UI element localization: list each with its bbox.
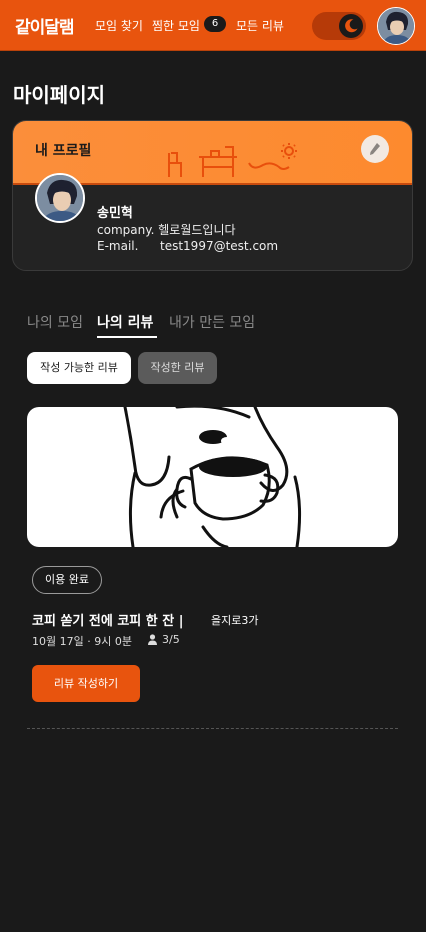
- favorites-count-badge: 6: [204, 16, 226, 32]
- title-separator: |: [178, 614, 184, 629]
- filter-writable-reviews[interactable]: 작성 가능한 리뷰: [27, 352, 131, 384]
- list-divider: [27, 728, 398, 729]
- meeting-title[interactable]: 코피 쏟기 전에 코피 한 잔 |: [32, 610, 184, 629]
- cafe-illustration: [168, 143, 297, 177]
- active-tab-indicator: [97, 336, 157, 338]
- profile-name: 송민혁: [97, 206, 133, 221]
- pencil-icon: [370, 143, 380, 155]
- email-label: E-mail.: [97, 239, 139, 253]
- top-nav-bar: 같이달램 모임 찾기 찜한 모임 6 모든 리뷰: [0, 0, 426, 51]
- nav-find-meetings[interactable]: 모임 찾기: [95, 17, 143, 34]
- filter-written-reviews[interactable]: 작성한 리뷰: [138, 352, 217, 384]
- dog-coffee-illustration: [123, 407, 302, 547]
- participant-count: 3/5: [162, 633, 180, 646]
- meeting-location: 을지로3가: [211, 614, 259, 627]
- avatar-image: [378, 8, 414, 44]
- theme-toggle[interactable]: [312, 12, 366, 40]
- moon-icon: [345, 19, 358, 33]
- edit-profile-button[interactable]: [361, 135, 389, 163]
- profile-banner: 내 프로필: [13, 121, 412, 185]
- avatar-image: [37, 175, 83, 221]
- email-value: test1997@test.com: [160, 239, 279, 253]
- meeting-title-text: 코피 쏟기 전에 코피 한 잔: [32, 614, 175, 629]
- meeting-datetime: 10월 17일 · 9시 0분: [32, 635, 132, 648]
- profile-card-label: 내 프로필: [35, 143, 92, 159]
- nav-favorite-meetings[interactable]: 찜한 모임: [152, 17, 200, 34]
- write-review-button[interactable]: 리뷰 작성하기: [32, 665, 140, 702]
- nav-all-reviews[interactable]: 모든 리뷰: [236, 17, 284, 34]
- profile-avatar: [35, 173, 85, 223]
- company-label: company.: [97, 223, 155, 237]
- tab-created-meetings[interactable]: 내가 만든 모임: [169, 312, 255, 332]
- status-badge: 이용 완료: [32, 566, 102, 594]
- toggle-knob: [339, 14, 363, 38]
- page-title: 마이페이지: [13, 83, 105, 107]
- profile-company: company. 헬로월드입니다: [97, 221, 236, 238]
- profile-email: E-mail. test1997@test.com: [97, 239, 278, 253]
- company-value: 헬로월드입니다: [158, 223, 236, 237]
- meeting-thumbnail[interactable]: [27, 407, 398, 547]
- tab-my-meetings[interactable]: 나의 모임: [27, 312, 83, 332]
- tab-my-reviews[interactable]: 나의 리뷰: [97, 312, 153, 332]
- profile-card: 내 프로필 송민혁 company. 헬로월드입니다 E-mail. test1…: [12, 120, 413, 271]
- person-icon: [148, 634, 157, 645]
- avatar[interactable]: [377, 7, 415, 45]
- logo[interactable]: 같이달램: [15, 13, 75, 38]
